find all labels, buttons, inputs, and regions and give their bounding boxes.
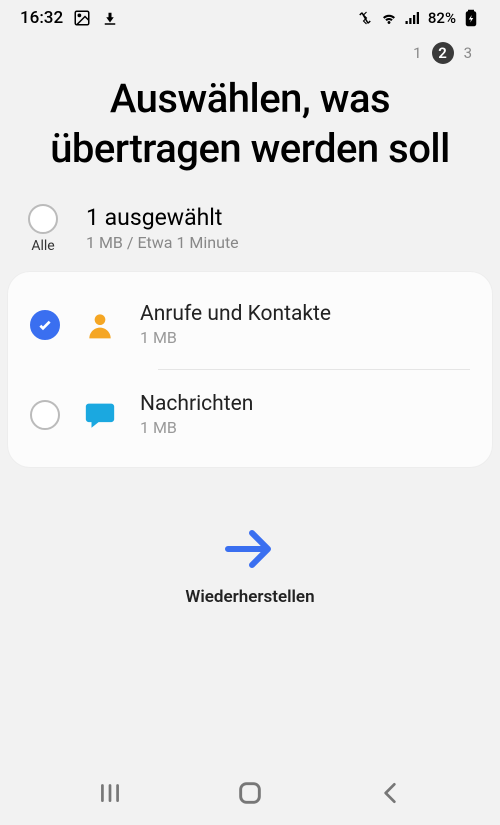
item-size: 1 MB: [140, 418, 253, 437]
step-pager: 1 2 3: [0, 36, 500, 64]
list-item[interactable]: Nachrichten 1 MB: [8, 370, 492, 459]
status-bar: 16:32 82%: [0, 0, 500, 36]
back-button[interactable]: [377, 780, 403, 810]
select-all-checkbox[interactable]: [28, 204, 58, 234]
person-icon: [82, 309, 118, 341]
item-checkbox[interactable]: [30, 310, 60, 340]
item-size: 1 MB: [140, 328, 331, 347]
recent-apps-button[interactable]: [97, 780, 123, 810]
selected-count: 1 ausgewählt: [86, 204, 239, 231]
items-card: Anrufe und Kontakte 1 MB Nachrichten 1 M…: [8, 272, 492, 467]
selected-detail: 1 MB / Etwa 1 Minute: [86, 233, 239, 252]
pager-step-3: 3: [464, 44, 472, 62]
image-icon: [73, 9, 91, 27]
status-time: 16:32: [20, 8, 63, 28]
page-title: Auswählen, was übertragen werden soll: [0, 64, 500, 204]
home-button[interactable]: [236, 779, 264, 811]
vibrate-icon: [356, 9, 374, 27]
item-title: Anrufe und Kontakte: [140, 302, 331, 326]
download-icon: [101, 9, 119, 27]
pager-step-2: 2: [432, 42, 454, 64]
restore-button[interactable]: Wiederherstellen: [0, 527, 500, 607]
battery-icon: [462, 9, 480, 27]
item-checkbox[interactable]: [30, 400, 60, 430]
item-title: Nachrichten: [140, 392, 253, 416]
battery-percent: 82%: [428, 9, 456, 27]
nav-bar: [0, 765, 500, 825]
restore-label: Wiederherstellen: [185, 587, 314, 607]
wifi-icon: [380, 9, 398, 27]
arrow-right-icon: [222, 527, 278, 571]
selection-summary: Alle 1 ausgewählt 1 MB / Etwa 1 Minute: [0, 204, 500, 272]
pager-step-1: 1: [413, 44, 421, 62]
select-all-label: Alle: [31, 238, 54, 254]
message-icon: [82, 398, 118, 432]
signal-icon: [404, 9, 422, 27]
check-icon: [37, 317, 53, 333]
list-item[interactable]: Anrufe und Kontakte 1 MB: [8, 280, 492, 369]
